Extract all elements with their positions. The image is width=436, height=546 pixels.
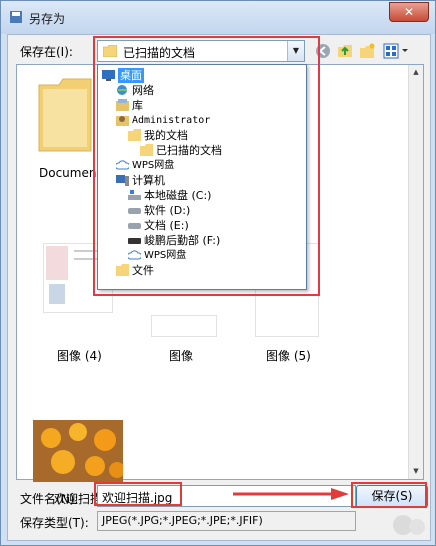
network-icon xyxy=(117,85,127,95)
cloud-icon xyxy=(116,160,129,170)
dropdown-item-wps-cloud[interactable]: WPS网盘 xyxy=(98,158,306,173)
save-as-dialog: 另存为 ✕ 保存在(I): 已扫描的文档 ▼ Documen 图像 (4) 图像… xyxy=(0,0,436,546)
folder-icon xyxy=(140,144,153,156)
drive-icon xyxy=(128,208,141,214)
save-button[interactable]: 保存(S) xyxy=(356,485,428,508)
cloud-icon xyxy=(128,250,141,260)
user-icon xyxy=(116,116,129,126)
file-item-label: 图像 (4) xyxy=(57,349,102,363)
dropdown-item-library[interactable]: 库 xyxy=(98,98,306,113)
close-icon: ✕ xyxy=(403,5,415,19)
folder-icon xyxy=(116,264,129,276)
up-folder-icon[interactable] xyxy=(336,43,354,59)
title-bar[interactable]: 另存为 ✕ xyxy=(1,1,435,34)
file-item-label: Documen xyxy=(39,166,97,180)
drive-icon xyxy=(128,223,141,229)
save-in-combobox[interactable]: 已扫描的文档 ▼ xyxy=(97,40,305,62)
flower-photo xyxy=(33,420,125,482)
window-title: 另存为 xyxy=(29,12,66,26)
dropdown-item-drive-c[interactable]: 本地磁盘 (C:) xyxy=(98,188,306,203)
dropdown-item-drive-d[interactable]: 软件 (D:) xyxy=(98,203,306,218)
scroll-down-icon[interactable]: ▼ xyxy=(409,464,423,479)
arrow-icon xyxy=(233,488,349,500)
dropdown-item-scanned-docs[interactable]: 已扫描的文档 xyxy=(98,143,306,158)
back-icon[interactable] xyxy=(314,43,332,59)
dropdown-item-wps-cloud-2[interactable]: WPS网盘 xyxy=(98,248,306,263)
filename-label: 文件名(N): xyxy=(20,492,79,506)
drive-icon xyxy=(128,190,141,200)
image-thumbnail[interactable] xyxy=(33,420,125,482)
file-item-label: 图像 xyxy=(169,349,194,363)
save-in-value: 已扫描的文档 xyxy=(123,46,196,60)
image-thumbnail[interactable] xyxy=(151,315,217,337)
save-icon xyxy=(10,11,22,23)
watermark-logo xyxy=(393,515,425,535)
folder-icon xyxy=(103,45,117,57)
dropdown-item-computer[interactable]: 计算机 xyxy=(98,173,306,188)
save-in-label: 保存在(I): xyxy=(20,45,73,59)
file-item-label: 图像 (5) xyxy=(266,349,311,363)
save-in-dropdown-list[interactable]: 桌面 网络 库 Administrator 我的文档 已扫描的文档 WPS网盘 … xyxy=(97,64,307,290)
chevron-down-icon[interactable]: ▼ xyxy=(287,41,304,61)
library-icon xyxy=(116,99,129,111)
view-menu-icon[interactable] xyxy=(382,41,412,61)
dialog-body: 保存在(I): 已扫描的文档 ▼ Documen 图像 (4) 图像 图像 (5… xyxy=(7,34,431,541)
desktop-icon xyxy=(102,70,115,81)
folder-icon[interactable] xyxy=(35,75,95,155)
dropdown-item-drive-f[interactable]: 峻鹏后勤部 (F:) xyxy=(98,233,306,248)
vertical-scrollbar[interactable]: ▲ ▼ xyxy=(408,65,423,479)
drive-icon xyxy=(128,238,141,244)
new-folder-icon[interactable] xyxy=(358,43,376,59)
dropdown-item-my-documents[interactable]: 我的文档 xyxy=(98,128,306,143)
save-type-label: 保存类型(T): xyxy=(20,516,89,530)
close-button[interactable]: ✕ xyxy=(389,2,429,22)
scroll-up-icon[interactable]: ▲ xyxy=(409,65,423,80)
save-type-combobox[interactable]: JPEG(*.JPG;*.JPEG;*.JPE;*.JFIF) xyxy=(97,511,356,531)
dropdown-item-administrator[interactable]: Administrator xyxy=(98,113,306,128)
dropdown-item-drive-e[interactable]: 文档 (E:) xyxy=(98,218,306,233)
dropdown-item-files[interactable]: 文件 xyxy=(98,263,306,278)
dropdown-item-network[interactable]: 网络 xyxy=(98,83,306,98)
computer-icon xyxy=(116,175,129,186)
folder-icon xyxy=(128,129,141,141)
dropdown-item-desktop[interactable]: 桌面 xyxy=(98,68,306,83)
